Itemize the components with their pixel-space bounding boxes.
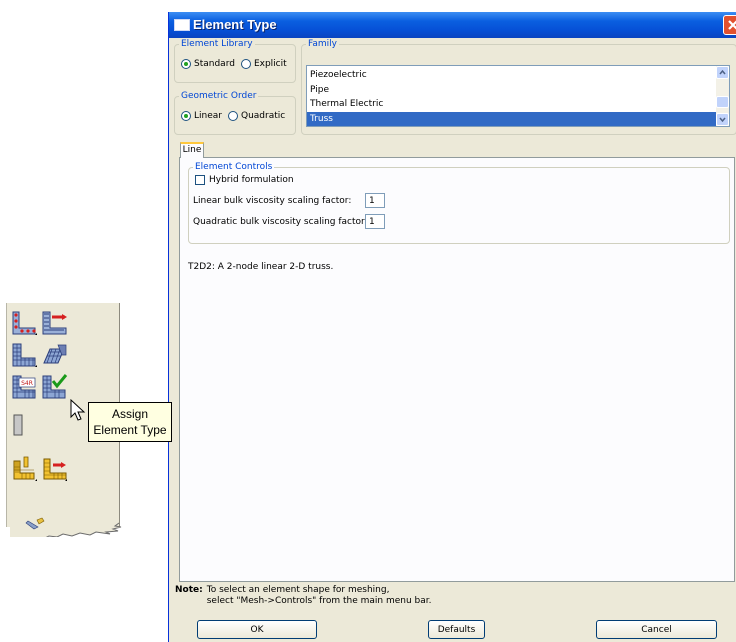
- explicit-label[interactable]: Explicit: [254, 59, 287, 69]
- mouse-cursor-icon: [70, 399, 86, 421]
- tab-panel: Element Controls Hybrid formulation Line…: [179, 157, 735, 582]
- seed-part-icon[interactable]: [10, 309, 38, 337]
- geometric-order-options: Linear Quadratic: [181, 111, 291, 121]
- geometric-order-group: Geometric Order Linear Quadratic: [174, 91, 296, 135]
- dialog-title: Element Type: [193, 17, 277, 32]
- assign-stack-icon[interactable]: [40, 455, 68, 483]
- cancel-button[interactable]: Cancel: [596, 620, 717, 639]
- scroll-up-button[interactable]: [716, 66, 729, 79]
- quadratic-label[interactable]: Quadratic: [241, 111, 285, 121]
- element-description: T2D2: A 2-node linear 2-D truss.: [188, 262, 334, 272]
- linear-bulk-viscosity-label: Linear bulk viscosity scaling factor:: [193, 196, 352, 206]
- note-line-2: select "Mesh->Controls" from the main me…: [206, 596, 432, 606]
- assign-element-type-tooltip: Assign Element Type: [88, 402, 172, 442]
- tooltip-line-1: Assign: [111, 407, 149, 421]
- verify-mesh-icon[interactable]: [40, 373, 68, 401]
- element-type-badge: S4R: [21, 380, 33, 387]
- chevron-up-icon: [719, 69, 726, 75]
- title-bar[interactable]: Element Type: [169, 12, 736, 38]
- scroll-thumb[interactable]: [716, 96, 729, 108]
- mesh-region-icon[interactable]: [40, 341, 68, 369]
- tab-line[interactable]: Line: [180, 142, 204, 158]
- element-library-options: Standard Explicit: [181, 59, 293, 69]
- explicit-radio[interactable]: [240, 59, 251, 69]
- element-type-dialog: Element Type Element Library Standard Ex…: [168, 12, 736, 642]
- quadratic-radio[interactable]: [227, 111, 238, 121]
- element-controls-legend: Element Controls: [195, 162, 273, 172]
- standard-radio[interactable]: [181, 59, 191, 69]
- mesh-part-icon[interactable]: [10, 341, 38, 369]
- geometric-order-legend: Geometric Order: [181, 91, 257, 101]
- window-icon: [174, 19, 190, 31]
- note-text: Note: To select an element shape for mes…: [175, 585, 432, 607]
- family-item-truss[interactable]: Truss: [307, 112, 716, 126]
- family-item-piezoelectric[interactable]: Piezoelectric: [307, 68, 716, 83]
- family-legend: Family: [308, 39, 337, 49]
- linear-bulk-viscosity-input[interactable]: [365, 193, 385, 208]
- standard-label[interactable]: Standard: [194, 59, 235, 69]
- mesh-toolbar: S4R Assign Element Type: [6, 303, 172, 537]
- tooltip-line-2: Element Type: [93, 423, 167, 437]
- quadratic-bulk-viscosity-input[interactable]: [365, 214, 385, 229]
- seed-edge-icon[interactable]: [40, 309, 68, 337]
- assign-orientation-icon[interactable]: [10, 455, 38, 483]
- note-line-1: To select an element shape for meshing,: [206, 585, 390, 595]
- chevron-down-icon: [719, 117, 726, 123]
- note-label: Note:: [175, 585, 203, 595]
- element-library-group: Element Library Standard Explicit: [174, 39, 296, 83]
- scroll-down-button[interactable]: [716, 113, 729, 126]
- family-scrollbar[interactable]: [716, 66, 729, 126]
- close-icon: [728, 20, 736, 30]
- element-controls-group: Element Controls Hybrid formulation Line…: [188, 162, 730, 244]
- family-listbox[interactable]: Piezoelectric Pipe Thermal Electric Trus…: [306, 65, 730, 127]
- family-item-thermal-electric[interactable]: Thermal Electric: [307, 97, 716, 112]
- quadratic-bulk-viscosity-label: Quadratic bulk viscosity scaling factor:: [193, 217, 368, 227]
- family-group: Family Piezoelectric Pipe Thermal Electr…: [301, 39, 736, 135]
- hybrid-formulation-checkbox[interactable]: [195, 175, 205, 185]
- element-library-legend: Element Library: [181, 39, 253, 49]
- tool-icon[interactable]: [10, 411, 38, 439]
- torn-edge-decoration: [6, 517, 122, 537]
- defaults-button[interactable]: Defaults: [428, 620, 485, 639]
- assign-element-type-icon[interactable]: S4R: [10, 373, 38, 401]
- linear-radio[interactable]: [181, 111, 191, 121]
- hybrid-formulation-label[interactable]: Hybrid formulation: [209, 175, 294, 185]
- close-button[interactable]: [723, 15, 736, 35]
- family-item-pipe[interactable]: Pipe: [307, 83, 716, 98]
- linear-label[interactable]: Linear: [194, 111, 222, 121]
- ok-button[interactable]: OK: [197, 620, 317, 639]
